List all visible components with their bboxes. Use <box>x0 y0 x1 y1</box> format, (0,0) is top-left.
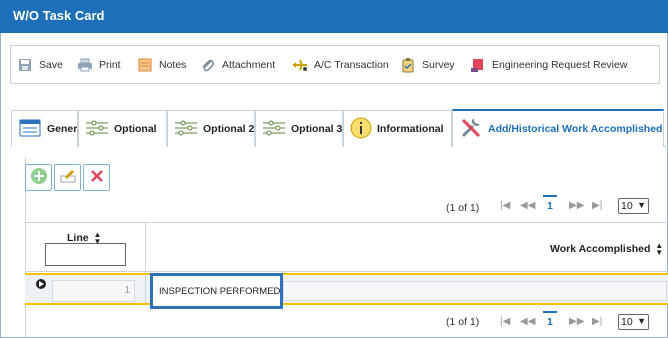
clipboard-icon <box>400 57 416 73</box>
current-page-top[interactable]: 1 <box>543 195 557 212</box>
last-page-icon[interactable]: ▶| <box>592 200 602 211</box>
column-divider <box>145 222 146 273</box>
sliders-icon <box>85 118 109 141</box>
edit-button[interactable] <box>54 164 81 191</box>
tab-add-historical-work-accomplished[interactable]: Add/Historical Work Accomplished <box>452 109 664 147</box>
row-expand-icon[interactable] <box>36 279 46 289</box>
save-icon <box>17 57 33 73</box>
add-icon <box>30 167 48 188</box>
current-page-bottom[interactable]: 1 <box>543 311 557 328</box>
sliders-icon <box>174 118 198 141</box>
engineering-request-review-label: Engineering Request Review <box>492 59 628 71</box>
next-page-icon[interactable]: ▶▶ <box>569 316 584 327</box>
pager-range-bottom: (1 of 1) <box>446 316 480 328</box>
chevron-down-icon: ▼ <box>637 316 646 326</box>
notes-label: Notes <box>159 59 187 71</box>
save-label: Save <box>39 59 63 71</box>
tools-icon <box>459 116 483 143</box>
next-page-icon[interactable]: ▶▶ <box>569 200 584 211</box>
attachment-label: Attachment <box>222 59 276 71</box>
rows-per-page-select-top[interactable]: 10 ▼ <box>618 198 649 214</box>
edit-icon <box>59 167 77 188</box>
prev-page-icon[interactable]: ◀◀ <box>520 200 535 211</box>
line-cell[interactable]: 1 <box>52 280 135 302</box>
survey-label: Survey <box>422 59 455 71</box>
delete-button[interactable] <box>83 164 110 191</box>
tab-optional-2[interactable]: Optional 2 <box>167 110 255 147</box>
ac-transaction-label: A/C Transaction <box>314 59 389 71</box>
paperclip-icon <box>200 57 216 73</box>
rows-per-page-value: 10 <box>621 200 633 212</box>
rows-per-page-select-bottom[interactable]: 10 ▼ <box>618 314 649 330</box>
first-page-icon[interactable]: |◀ <box>500 200 510 211</box>
tab-optional[interactable]: Optional <box>78 110 167 147</box>
form-icon <box>18 118 42 141</box>
aircraft-icon <box>292 57 308 73</box>
notes-icon <box>137 57 153 73</box>
sliders-icon <box>262 118 286 141</box>
tab-informational[interactable]: Informational <box>343 110 452 147</box>
first-page-icon[interactable]: |◀ <box>500 316 510 327</box>
tab-general[interactable]: General <box>11 110 86 147</box>
line-header-label: Line <box>67 231 89 244</box>
title-bar: W/O Task Card <box>0 0 668 33</box>
line-filter-input[interactable] <box>45 243 126 266</box>
delete-icon <box>88 167 106 188</box>
save-button[interactable]: Save <box>17 57 63 73</box>
tab-optional-3[interactable]: Optional 3 <box>255 110 343 147</box>
print-label: Print <box>99 59 121 71</box>
attachment-button[interactable]: Attachment <box>200 57 275 73</box>
notes-button[interactable]: Notes <box>137 57 186 73</box>
chevron-down-icon: ▼ <box>637 200 646 210</box>
engineering-request-icon <box>470 57 486 73</box>
pager-range-top: (1 of 1) <box>446 202 480 214</box>
column-header-work-accomplished[interactable]: Work Accomplished ▲ ▼ <box>550 241 664 257</box>
work-accomplished-cell-background <box>283 281 667 301</box>
rows-per-page-value: 10 <box>621 316 633 328</box>
prev-page-icon[interactable]: ◀◀ <box>520 316 535 327</box>
work-accomplished-header-label: Work Accomplished <box>550 242 651 255</box>
last-page-icon[interactable]: ▶| <box>592 316 602 327</box>
window-title: W/O Task Card <box>13 8 105 23</box>
print-button[interactable]: Print <box>77 57 121 73</box>
tab-add-historical-label: Add/Historical Work Accomplished <box>488 123 663 135</box>
info-icon <box>350 117 372 142</box>
tab-optional-2-label: Optional 2 <box>203 123 255 135</box>
engineering-request-review-button[interactable]: Engineering Request Review <box>470 57 627 73</box>
sort-icon: ▲ ▼ <box>655 241 664 257</box>
survey-button[interactable]: Survey <box>400 57 455 73</box>
tab-optional-label: Optional <box>114 123 157 135</box>
column-divider <box>145 275 146 303</box>
tab-informational-label: Informational <box>377 123 444 135</box>
ac-transaction-button[interactable]: A/C Transaction <box>292 57 389 73</box>
work-accomplished-cell[interactable]: INSPECTION PERFORMED <box>150 273 283 309</box>
add-button[interactable] <box>25 164 52 191</box>
tab-optional-3-label: Optional 3 <box>291 123 343 135</box>
printer-icon <box>77 57 93 73</box>
